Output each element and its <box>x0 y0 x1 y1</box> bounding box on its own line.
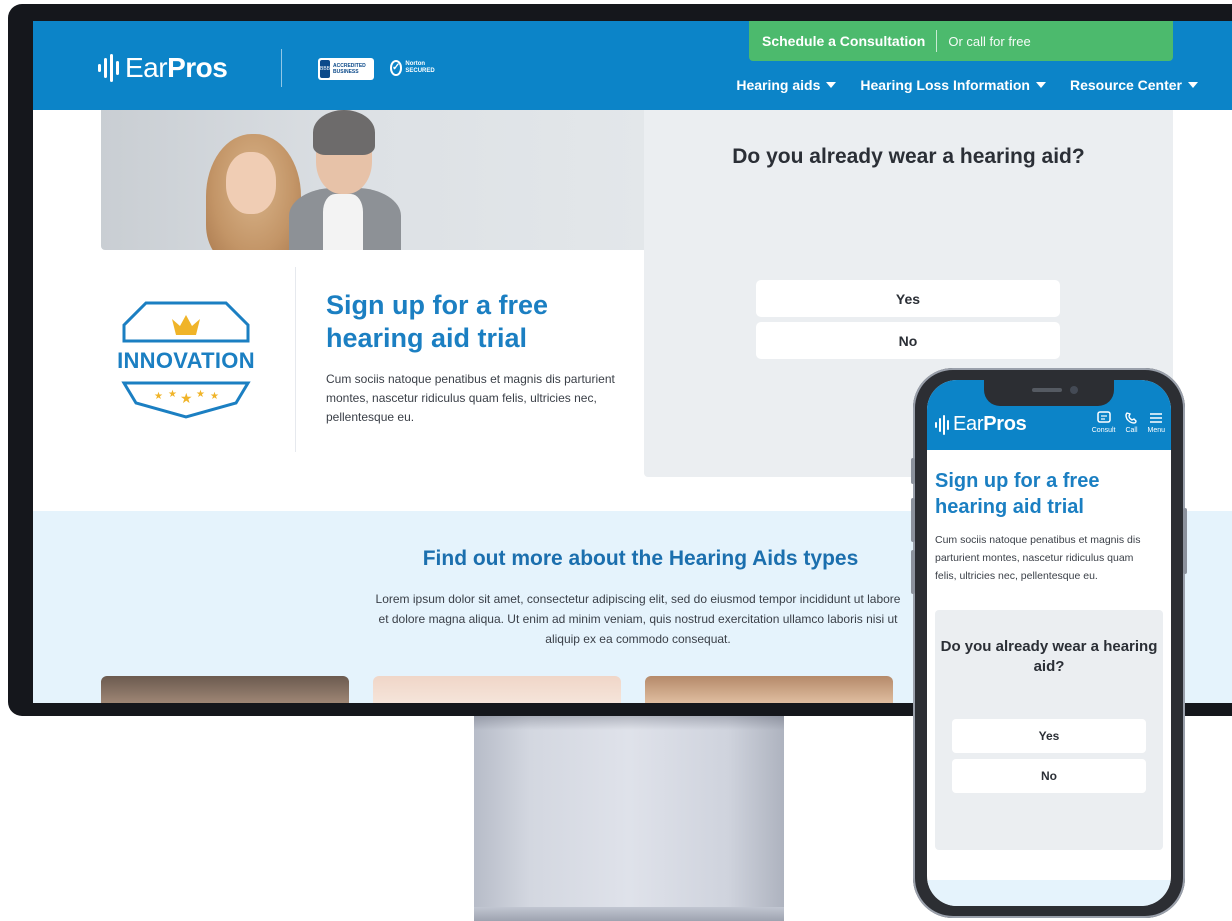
logo-wordmark: EarPros <box>125 52 228 83</box>
mobile-header-icons: Consult Call Menu <box>1092 411 1165 434</box>
logo-soundwave-icon <box>935 414 949 435</box>
svg-text:★: ★ <box>168 389 177 400</box>
stand-foot <box>474 907 784 921</box>
mobile-call-button[interactable]: Call <box>1124 411 1138 434</box>
types-description: Lorem ipsum dolor sit amet, consectetur … <box>375 592 901 646</box>
svg-text:★: ★ <box>196 389 205 400</box>
consultation-bar: Schedule a Consultation Or call for free… <box>749 21 1173 61</box>
mobile-types-section <box>927 880 1171 906</box>
menu-label: Menu <box>1147 427 1165 434</box>
type-card-image[interactable] <box>373 676 621 703</box>
mobile-menu-button[interactable]: Menu <box>1147 411 1165 434</box>
chevron-down-icon <box>1188 82 1198 88</box>
nav-hearing-aids[interactable]: Hearing aids <box>736 77 837 93</box>
svg-text:★: ★ <box>210 391 219 402</box>
phone-speaker <box>1032 388 1062 392</box>
svg-text:★: ★ <box>180 390 193 406</box>
consult-label: Consult <box>1091 427 1116 434</box>
signup-heading: Sign up for a free hearing aid trial <box>326 290 549 353</box>
quiz-yes-button[interactable]: Yes <box>756 280 1060 317</box>
quiz-question: Do you already wear a hearing aid? <box>732 145 1085 168</box>
call-label: Call <box>1125 427 1138 434</box>
header-divider <box>281 49 282 87</box>
photo-man-shirt <box>323 194 363 250</box>
innovation-label: INNOVATION <box>117 348 255 373</box>
mockup-stage: EarPros BBB ACCREDITED BUSINESS ✓ Norton… <box>0 0 1232 921</box>
mobile-screen: EarPros Consult Call Menu Sign up for a … <box>927 380 1171 906</box>
mobile-signup-description: Cum sociis natoque penatibus et magnis d… <box>935 534 1141 582</box>
mobile-hearing-aid-quiz: Do you already wear a hearing aid? Yes N… <box>935 610 1163 850</box>
signup-description: Cum sociis natoque penatibus et magnis d… <box>326 372 615 424</box>
main-nav: Hearing aids Hearing Loss Information Re… <box>736 77 1198 93</box>
hero-couple-photo <box>101 110 644 250</box>
logo-soundwave-icon <box>98 54 119 82</box>
phone-camera <box>1070 386 1078 394</box>
mobile-consult-button[interactable]: Consult <box>1091 411 1116 434</box>
nav-hearing-loss-label: Hearing Loss Information <box>860 77 1030 93</box>
mobile-phone: EarPros Consult Call Menu Sign up for a … <box>911 368 1187 918</box>
consult-divider <box>936 30 938 52</box>
nav-hearing-loss-information[interactable]: Hearing Loss Information <box>860 77 1046 93</box>
photo-woman-face <box>226 152 276 214</box>
phone-button <box>911 458 915 484</box>
chevron-down-icon <box>1035 82 1046 88</box>
mobile-quiz-question: Do you already wear a hearing aid? <box>940 638 1158 675</box>
bbb-seal-icon: BBB <box>320 60 331 78</box>
svg-text:★: ★ <box>154 391 163 402</box>
earpros-logo[interactable]: EarPros <box>98 52 228 84</box>
phone-button <box>911 550 915 594</box>
bbb-badge-text: ACCREDITED BUSINESS <box>333 63 366 75</box>
phone-button <box>911 498 915 542</box>
mobile-quiz-no-button[interactable]: No <box>952 759 1146 793</box>
site-header: EarPros BBB ACCREDITED BUSINESS ✓ Norton… <box>33 21 1232 110</box>
phone-notch <box>984 380 1114 406</box>
bbb-accredited-badge: BBB ACCREDITED BUSINESS <box>318 58 374 80</box>
phone-icon <box>1125 412 1138 424</box>
content-divider <box>295 267 296 452</box>
nav-resource-center[interactable]: Resource Center <box>1070 77 1198 93</box>
call-free-text: Or call for free <box>948 33 1031 49</box>
mobile-quiz-yes-button[interactable]: Yes <box>952 719 1146 753</box>
nav-resource-center-label: Resource Center <box>1069 77 1182 93</box>
innovation-badge: ★ ★ ★ ★ ★ INNOVATION <box>106 297 266 422</box>
norton-badge-text: Norton SECURED <box>405 61 435 74</box>
norton-secured-badge: ✓ Norton SECURED <box>390 56 436 80</box>
monitor-stand <box>474 712 784 921</box>
mobile-logo-wordmark: EarPros <box>953 413 1027 435</box>
consult-icon <box>1096 411 1111 423</box>
schedule-consultation-link[interactable]: Schedule a Consultation <box>762 33 925 49</box>
chevron-down-icon <box>826 82 837 88</box>
quiz-no-button[interactable]: No <box>756 322 1060 359</box>
type-card-image[interactable] <box>101 676 349 703</box>
hamburger-menu-icon <box>1150 413 1163 423</box>
mobile-signup-heading: Sign up for a free hearing aid trial <box>935 470 1100 518</box>
phone-button <box>1183 508 1187 574</box>
nav-hearing-aids-label: Hearing aids <box>736 77 821 93</box>
photo-man-hair <box>313 110 375 155</box>
type-card-image[interactable] <box>645 676 893 703</box>
norton-check-icon: ✓ <box>390 60 403 76</box>
mobile-earpros-logo[interactable]: EarPros <box>935 413 1027 436</box>
